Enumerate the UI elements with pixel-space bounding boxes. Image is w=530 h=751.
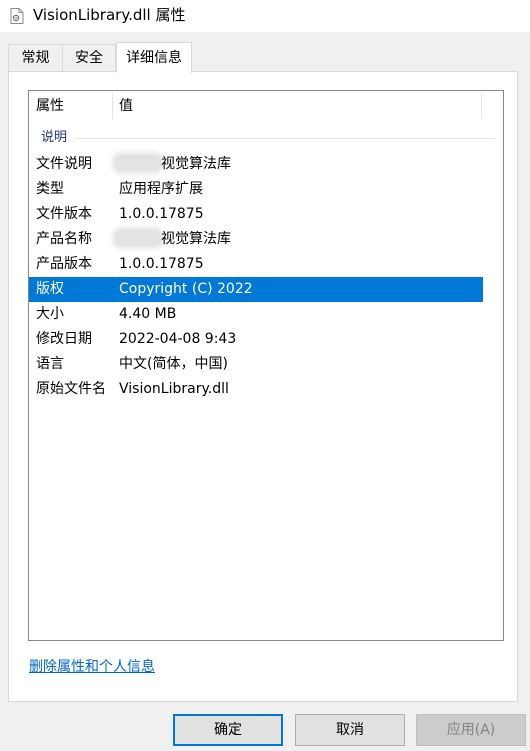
- property-value: 视觉算法库: [115, 227, 231, 252]
- tab-security[interactable]: 安全: [62, 44, 116, 71]
- property-name: 版权: [36, 281, 64, 297]
- details-panel: 属性 值 说明 文件说明 视觉算法库 类型 应用程序扩展 文件版本 1.0.0.…: [8, 71, 518, 702]
- detail-row-copyright[interactable]: 版权 Copyright (C) 2022: [29, 277, 483, 302]
- property-value: 2022-04-08 9:43: [119, 331, 237, 347]
- detail-row-file-description[interactable]: 文件说明 视觉算法库: [29, 152, 483, 177]
- property-value: 4.40 MB: [119, 306, 177, 322]
- remove-properties-link[interactable]: 删除属性和个人信息: [29, 657, 155, 677]
- tab-general[interactable]: 常规: [8, 44, 63, 71]
- window-title: VisionLibrary.dll 属性: [33, 6, 186, 24]
- column-header-value[interactable]: 值: [119, 91, 133, 121]
- redacted-text: [115, 155, 161, 171]
- detail-row-type[interactable]: 类型 应用程序扩展: [29, 177, 483, 202]
- property-name: 文件说明: [36, 156, 92, 172]
- property-name: 文件版本: [36, 206, 92, 222]
- cancel-button[interactable]: 取消: [295, 714, 405, 746]
- property-name: 语言: [36, 356, 64, 372]
- property-name: 原始文件名: [36, 381, 106, 397]
- property-value: 视觉算法库: [115, 152, 231, 177]
- tab-details[interactable]: 详细信息: [116, 42, 192, 73]
- property-value: 应用程序扩展: [119, 181, 203, 197]
- detail-row-language[interactable]: 语言 中文(简体，中国): [29, 352, 483, 377]
- detail-row-product-version[interactable]: 产品版本 1.0.0.17875: [29, 252, 483, 277]
- column-header-property[interactable]: 属性: [36, 91, 64, 121]
- detail-row-original-filename[interactable]: 原始文件名 VisionLibrary.dll: [29, 377, 483, 402]
- group-header-description: 说明: [29, 127, 503, 149]
- property-value: 中文(简体，中国): [119, 356, 228, 372]
- dll-file-icon: [10, 8, 24, 24]
- column-divider[interactable]: [481, 93, 482, 119]
- detail-row-date-modified[interactable]: 修改日期 2022-04-08 9:43: [29, 327, 483, 352]
- group-divider: [75, 138, 495, 139]
- title-bar: VisionLibrary.dll 属性: [0, 0, 530, 32]
- property-value: 1.0.0.17875: [119, 206, 204, 222]
- column-header: 属性 值: [29, 91, 503, 121]
- property-value: VisionLibrary.dll: [119, 381, 229, 397]
- property-name: 大小: [36, 306, 64, 322]
- property-name: 类型: [36, 181, 64, 197]
- column-divider[interactable]: [112, 93, 113, 119]
- redacted-text: [115, 230, 161, 246]
- property-value: 1.0.0.17875: [119, 256, 204, 272]
- detail-row-size[interactable]: 大小 4.40 MB: [29, 302, 483, 327]
- property-name: 产品版本: [36, 256, 92, 272]
- detail-row-file-version[interactable]: 文件版本 1.0.0.17875: [29, 202, 483, 227]
- apply-button[interactable]: 应用(A): [416, 714, 526, 746]
- details-list[interactable]: 属性 值 说明 文件说明 视觉算法库 类型 应用程序扩展 文件版本 1.0.0.…: [28, 90, 504, 641]
- property-name: 修改日期: [36, 331, 92, 347]
- detail-row-product-name[interactable]: 产品名称 视觉算法库: [29, 227, 483, 252]
- property-value: Copyright (C) 2022: [119, 281, 253, 297]
- group-label: 说明: [41, 130, 68, 145]
- ok-button[interactable]: 确定: [173, 714, 283, 746]
- property-name: 产品名称: [36, 231, 92, 247]
